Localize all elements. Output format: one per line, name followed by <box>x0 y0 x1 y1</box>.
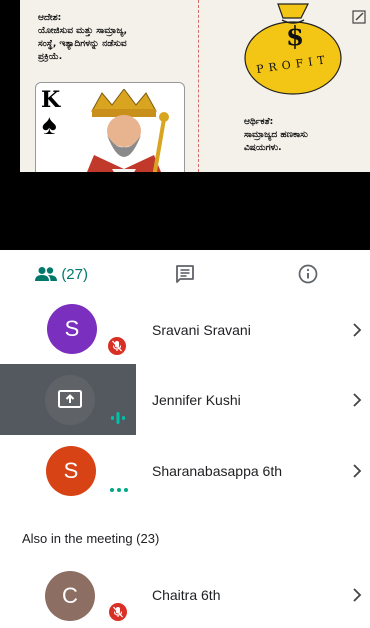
mic-off-icon <box>107 601 129 623</box>
tab-info[interactable] <box>247 250 370 298</box>
king-illustration <box>87 89 169 172</box>
king-card-image: K ♠ <box>35 82 185 172</box>
chevron-right-icon[interactable] <box>352 322 362 338</box>
slide-right-text: ಆರ್ಥಿಕತೆ: ಸಾಮ್ರಾಜ್ಯದ ಹಣಕಾಸು ವಿಷಯಗಳು. <box>244 117 308 153</box>
participant-row[interactable]: S Sharanabasappa 6th <box>0 435 370 507</box>
participant-name: Sharanabasappa 6th <box>152 463 282 479</box>
avatar: S <box>47 304 97 354</box>
info-icon <box>298 264 318 284</box>
chevron-right-icon[interactable] <box>352 587 362 603</box>
slide-left-text: ಆದೇಶ: ಯೋಜಿಸುವ ಮತ್ತು ಸಾಮ್ರಾಜ್ಯ, ಸಂಸ್ಥೆ, ಇ… <box>38 13 128 62</box>
participant-name: Sravani Sravani <box>152 322 251 338</box>
slide-divider <box>198 0 199 172</box>
more-options-icon <box>110 488 128 492</box>
chevron-right-icon[interactable] <box>352 392 362 408</box>
participant-row[interactable]: Jennifer Kushi <box>0 364 370 436</box>
card-suit: ♠ <box>42 109 57 140</box>
annotate-icon[interactable] <box>352 10 366 24</box>
participant-name: Chaitra 6th <box>152 587 221 603</box>
meeting-tabs: (27) <box>0 250 370 298</box>
chat-icon <box>176 265 194 283</box>
participant-row[interactable]: C Chaitra 6th <box>0 559 370 628</box>
presentation-slide: ಆದೇಶ: ಯೋಜಿಸುವ ಮತ್ತು ಸಾಮ್ರಾಜ್ಯ, ಸಂಸ್ಥೆ, ಇ… <box>20 0 370 172</box>
avatar: S <box>46 446 96 496</box>
presentation-stage: ಆದೇಶ: ಯೋಜಿಸುವ ಮತ್ತು ಸಾಮ್ರಾಜ್ಯ, ಸಂಸ್ಥೆ, ಇ… <box>0 0 370 250</box>
also-in-meeting-heading: Also in the meeting (23) <box>22 531 160 546</box>
people-icon <box>35 267 58 281</box>
avatar: C <box>45 571 95 621</box>
tab-chat[interactable] <box>123 250 246 298</box>
mic-off-icon <box>106 335 128 357</box>
participant-count: (27) <box>61 265 88 283</box>
tab-people[interactable]: (27) <box>0 250 123 298</box>
presenter-tile <box>0 364 136 436</box>
participant-name: Jennifer Kushi <box>152 392 241 408</box>
speaking-indicator-icon <box>111 412 125 424</box>
chevron-right-icon[interactable] <box>352 463 362 479</box>
present-screen-icon <box>58 390 82 408</box>
profit-money-bag-image: $ PROFIT <box>238 0 348 100</box>
bag-symbol: $ <box>286 22 305 52</box>
participant-row[interactable]: S Sravani Sravani <box>0 294 370 366</box>
